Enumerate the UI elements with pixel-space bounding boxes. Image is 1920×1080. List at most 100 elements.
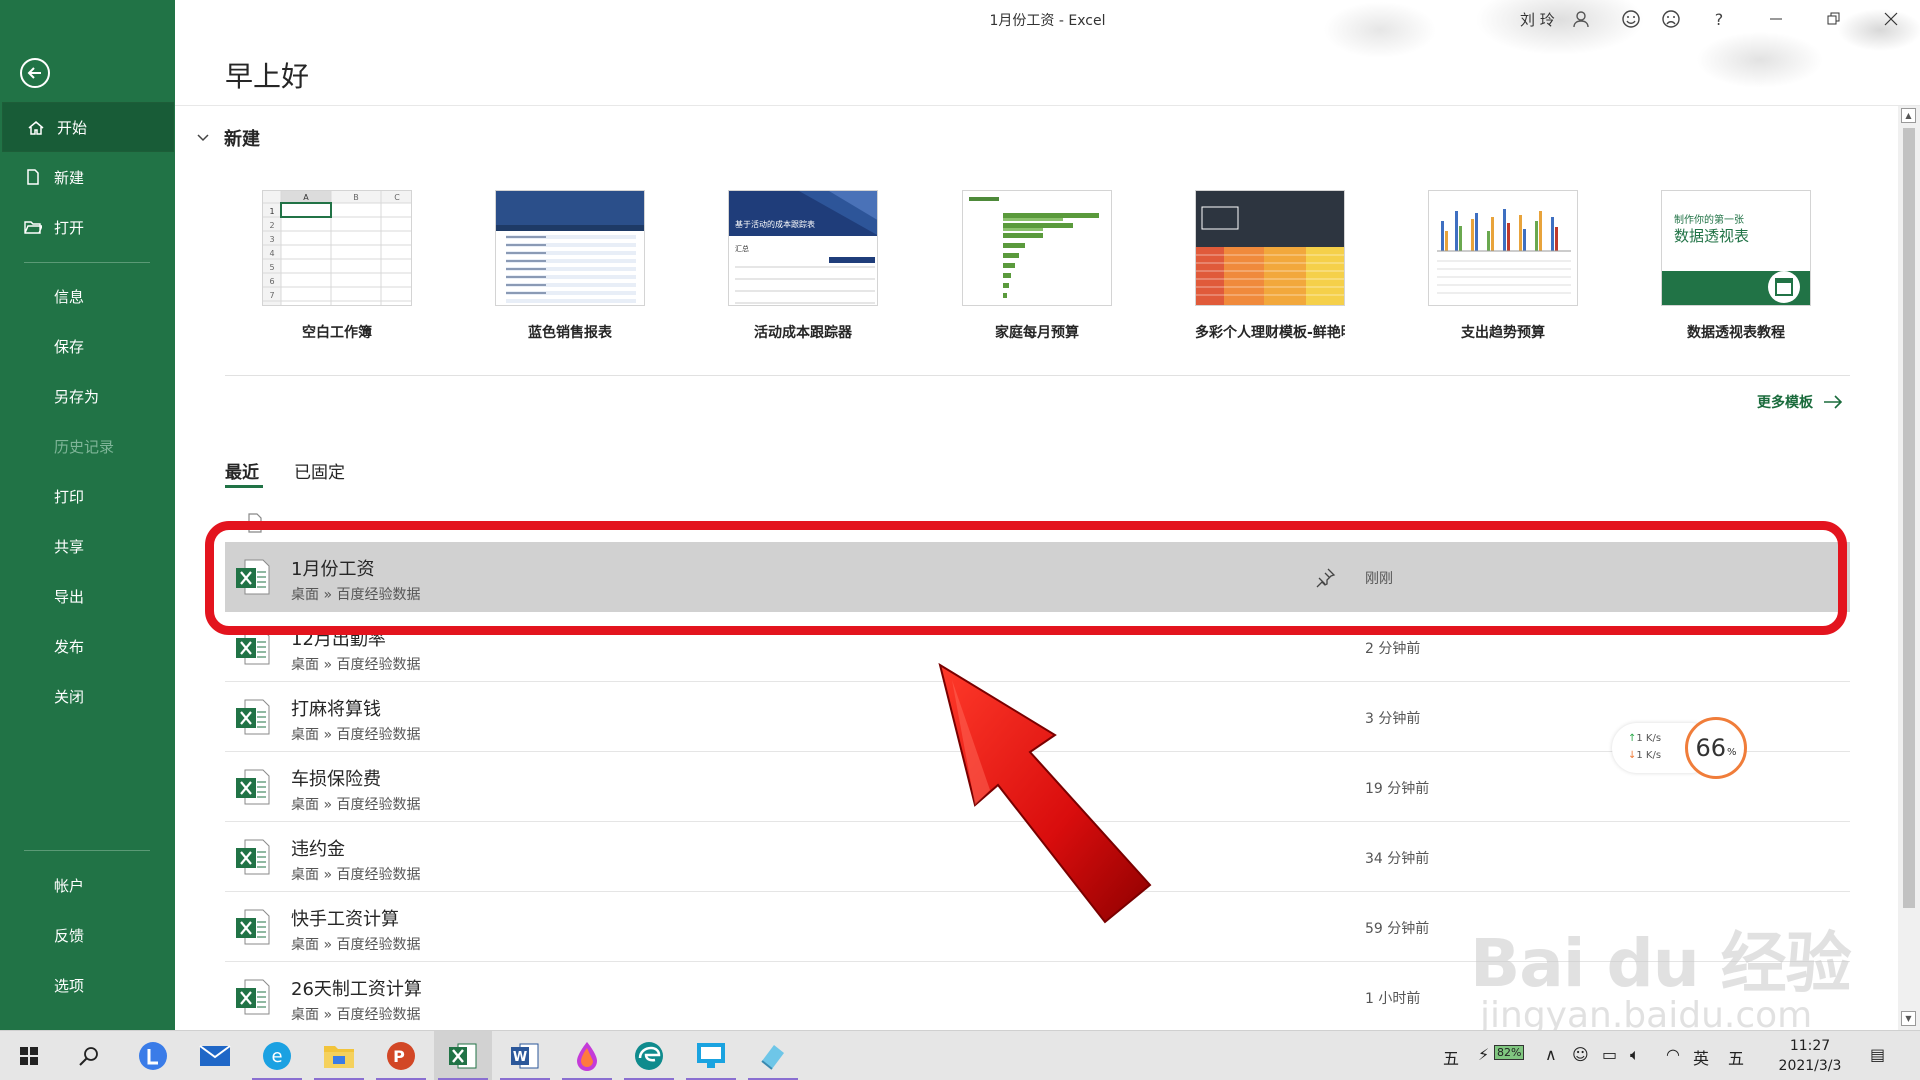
svg-text:4: 4 bbox=[269, 249, 274, 258]
template-blank-workbook[interactable]: A B C 1 2 3 4 5 6 7 空白工作簿 bbox=[262, 190, 412, 342]
user-avatar-icon[interactable] bbox=[1570, 8, 1592, 30]
chevron-up-icon[interactable]: ∧ bbox=[1545, 1045, 1557, 1064]
file-name: 快手工资计算 bbox=[291, 909, 399, 930]
new-section-header[interactable]: 新建 bbox=[196, 125, 260, 151]
sidebar-item-publish[interactable]: 发布 bbox=[0, 621, 175, 671]
start-button[interactable] bbox=[0, 1031, 58, 1080]
download-speed: ↓1 K/s bbox=[1628, 750, 1662, 761]
taskbar-app-explorer[interactable] bbox=[310, 1031, 368, 1080]
sidebar-item-label: 帐户 bbox=[54, 876, 85, 895]
ime-mode-indicator[interactable]: 五 bbox=[1443, 1045, 1459, 1069]
svg-text:基于活动的成本跟踪表: 基于活动的成本跟踪表 bbox=[735, 219, 815, 229]
ime-pad-indicator[interactable]: 五 bbox=[1728, 1045, 1744, 1069]
notification-icon[interactable]: ▤ bbox=[1870, 1045, 1885, 1064]
sidebar-item-print[interactable]: 打印 bbox=[0, 471, 175, 521]
file-modified-time: 34 分钟前 bbox=[1365, 851, 1430, 867]
template-blue-sales-report[interactable]: 蓝色销售报表 bbox=[495, 190, 645, 342]
taskbar-app-word[interactable]: W bbox=[496, 1031, 554, 1080]
color-drop-icon bbox=[577, 1042, 597, 1071]
svg-text:6: 6 bbox=[269, 277, 274, 286]
tray-app-icon[interactable]: ☺ bbox=[1572, 1045, 1589, 1064]
sidebar-item-label: 信息 bbox=[54, 287, 85, 306]
sidebar-item-new[interactable]: 新建 bbox=[0, 152, 175, 202]
taskbar-app-remote[interactable] bbox=[682, 1031, 740, 1080]
home-icon bbox=[28, 121, 44, 135]
tab-pinned[interactable]: 已固定 bbox=[294, 458, 345, 483]
taskbar-app-powerpoint[interactable]: P bbox=[372, 1031, 430, 1080]
input-language-indicator[interactable]: 英 bbox=[1693, 1045, 1709, 1069]
file-modified-time: 19 分钟前 bbox=[1365, 781, 1430, 797]
smile-feedback-icon[interactable] bbox=[1620, 8, 1642, 30]
taskbar-app-mail[interactable] bbox=[186, 1031, 244, 1080]
search-button[interactable] bbox=[60, 1031, 118, 1080]
sidebar-item-save[interactable]: 保存 bbox=[0, 321, 175, 371]
template-colorful-personal-finance[interactable]: 多彩个人理财模板-鲜艳明... bbox=[1195, 190, 1345, 342]
sidebar-item-share[interactable]: 共享 bbox=[0, 521, 175, 571]
excel-file-icon bbox=[236, 699, 270, 735]
svg-text:汇总: 汇总 bbox=[735, 244, 749, 253]
excel-backstage: 开始 新建 打开 信息 保存 另存为 历史记录 打印 共享 导出 发布 关闭 帐… bbox=[0, 0, 1920, 1080]
file-path: 桌面 » 百度经验数据 bbox=[291, 797, 421, 813]
taskbar-app-browser[interactable]: e bbox=[248, 1031, 306, 1080]
scroll-down-icon[interactable]: ▼ bbox=[1901, 1011, 1916, 1026]
svg-text:e: e bbox=[271, 1046, 282, 1067]
close-icon[interactable] bbox=[1880, 8, 1902, 30]
section-divider bbox=[225, 375, 1850, 376]
restore-icon[interactable] bbox=[1823, 8, 1845, 30]
taskbar-clock[interactable]: 11:27 2021/3/3 bbox=[1770, 1036, 1850, 1076]
sidebar-item-account[interactable]: 帐户 bbox=[0, 860, 175, 910]
sidebar-item-export[interactable]: 导出 bbox=[0, 571, 175, 621]
template-label: 空白工作簿 bbox=[302, 325, 372, 341]
help-icon[interactable]: ? bbox=[1708, 8, 1730, 30]
template-label: 活动成本跟踪器 bbox=[754, 325, 852, 341]
windows-taskbar: e P W 五 ⚡ 82% ∧ ☺ ▭ 🔈︎ ◠ 英 五 11:27 2021/… bbox=[0, 1030, 1920, 1080]
sidebar-item-label: 共享 bbox=[54, 537, 85, 556]
power-icon[interactable]: ⚡ bbox=[1478, 1045, 1489, 1064]
template-thumbnail: A B C 1 2 3 4 5 6 7 bbox=[262, 190, 412, 306]
file-modified-time: 2 分钟前 bbox=[1365, 641, 1421, 657]
template-activity-cost-tracker[interactable]: 基于活动的成本跟踪表 汇总 活动成本跟踪器 bbox=[728, 190, 878, 342]
svg-text:7: 7 bbox=[269, 291, 274, 300]
network-speed-widget[interactable]: ↑1 K/s ↓1 K/s 66% bbox=[1612, 717, 1747, 779]
battery-icon[interactable]: ▭ bbox=[1602, 1045, 1617, 1064]
template-pivot-table-tutorial[interactable]: 制作你的第一张 数据透视表 数据透视表教程 bbox=[1661, 190, 1811, 342]
taskbar-app-l[interactable] bbox=[124, 1031, 182, 1080]
taskbar-app-drop[interactable] bbox=[558, 1031, 616, 1080]
vertical-scrollbar[interactable]: ▲ ▼ bbox=[1898, 106, 1920, 1030]
excel-file-icon bbox=[236, 979, 270, 1015]
taskbar-app-edge[interactable] bbox=[620, 1031, 678, 1080]
more-templates-link[interactable]: 更多模板 bbox=[1757, 392, 1843, 412]
sidebar-item-options[interactable]: 选项 bbox=[0, 960, 175, 1010]
template-spending-trend-budget[interactable]: 支出趋势预算 bbox=[1428, 190, 1578, 342]
template-family-monthly-budget[interactable]: 家庭每月预算 bbox=[962, 190, 1112, 342]
user-name[interactable]: 刘 玲 bbox=[1520, 9, 1555, 30]
header-divider bbox=[175, 105, 1920, 106]
sidebar-item-label: 反馈 bbox=[54, 926, 85, 945]
sidebar-divider bbox=[24, 262, 150, 263]
title-bar: 1月份工资 - Excel 刘 玲 ? bbox=[175, 0, 1920, 38]
minimize-icon[interactable] bbox=[1765, 8, 1787, 30]
scrollbar-thumb[interactable] bbox=[1903, 128, 1915, 908]
tab-recent[interactable]: 最近 bbox=[225, 458, 259, 483]
taskbar-app-eraser[interactable] bbox=[744, 1031, 802, 1080]
excel-file-icon bbox=[236, 769, 270, 805]
sidebar-item-open[interactable]: 打开 bbox=[0, 202, 175, 252]
sidebar-item-feedback[interactable]: 反馈 bbox=[0, 910, 175, 960]
scroll-up-icon[interactable]: ▲ bbox=[1901, 108, 1916, 123]
sidebar-item-info[interactable]: 信息 bbox=[0, 271, 175, 321]
svg-text:1: 1 bbox=[269, 207, 274, 216]
sidebar-item-home[interactable]: 开始 bbox=[2, 102, 174, 152]
volume-icon[interactable]: 🔈︎ bbox=[1630, 1045, 1640, 1065]
sidebar-item-save-as[interactable]: 另存为 bbox=[0, 371, 175, 421]
folder-icon bbox=[324, 1046, 354, 1068]
wifi-icon[interactable]: ◠ bbox=[1666, 1045, 1680, 1064]
taskbar-app-excel[interactable] bbox=[434, 1031, 492, 1080]
frown-feedback-icon[interactable] bbox=[1660, 8, 1682, 30]
sidebar-item-label: 开始 bbox=[57, 118, 88, 137]
recent-file-row[interactable]: 26天制工资计算 桌面 » 百度经验数据 1 小时前 bbox=[225, 962, 1850, 1028]
mail-icon bbox=[199, 1045, 231, 1066]
battery-indicator[interactable]: 82% bbox=[1494, 1045, 1525, 1060]
sidebar-item-close[interactable]: 关闭 bbox=[0, 671, 175, 721]
back-button[interactable] bbox=[20, 58, 50, 88]
annotation-highlight-box bbox=[205, 521, 1847, 635]
